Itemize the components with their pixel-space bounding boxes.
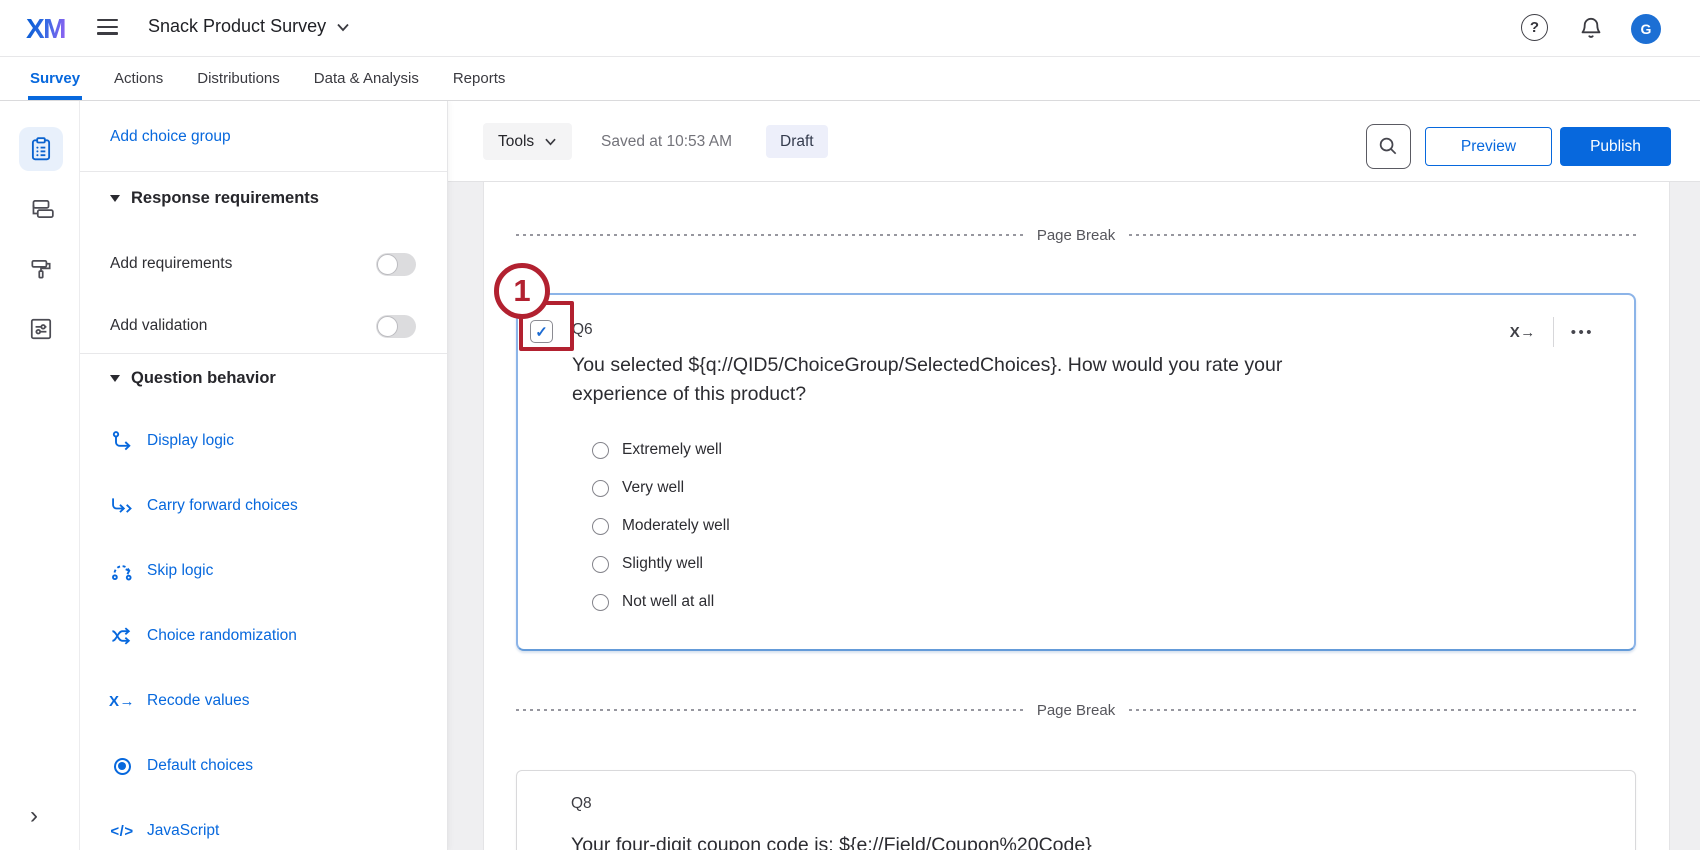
collapse-caret-icon: [110, 375, 120, 382]
skip-logic-link[interactable]: Skip logic: [110, 559, 213, 583]
add-choice-group-link[interactable]: Add choice group: [110, 128, 231, 146]
radio-button[interactable]: [592, 594, 609, 611]
radio-button[interactable]: [592, 480, 609, 497]
rail-survey-builder[interactable]: [19, 127, 63, 171]
choice-randomization-link[interactable]: Choice randomization: [110, 624, 297, 648]
choice-row: Not well at all: [592, 593, 714, 611]
question-card-actions: X→ •••: [1510, 317, 1594, 347]
divider: [1553, 317, 1554, 347]
question-text[interactable]: You selected ${q://QID5/ChoiceGroup/Sele…: [572, 351, 1342, 409]
add-validation-toggle[interactable]: [376, 315, 416, 338]
rail-survey-options[interactable]: [19, 307, 63, 351]
carry-forward-choices-link[interactable]: Carry forward choices: [110, 494, 298, 518]
survey-title: Snack Product Survey: [148, 16, 326, 37]
question-card-q6[interactable]: ✓ Q6 X→ ••• You selected ${q://QID5/Choi…: [516, 293, 1636, 651]
primary-nav-tabs: Survey Actions Distributions Data & Anal…: [0, 57, 1700, 101]
radio-button[interactable]: [592, 556, 609, 573]
expand-rail-chevron-icon[interactable]: ›: [30, 804, 38, 828]
help-glyph: ?: [1530, 19, 1539, 36]
notifications-bell-icon[interactable]: [1578, 15, 1604, 46]
question-card-q8[interactable]: Q8 Your four-digit coupon code is: ${e:/…: [516, 770, 1636, 850]
choice-row: Slightly well: [592, 555, 703, 573]
tools-button[interactable]: Tools: [483, 123, 572, 160]
recode-values-icon[interactable]: X→: [1510, 324, 1536, 341]
avatar-initial: G: [1641, 21, 1652, 37]
help-icon[interactable]: ?: [1521, 14, 1548, 41]
tab-reports[interactable]: Reports: [453, 57, 506, 100]
add-requirements-toggle[interactable]: [376, 253, 416, 276]
survey-canvas: Page Break ✓ Q6 X→ ••• You selected ${q:…: [483, 182, 1670, 850]
survey-title-dropdown[interactable]: Snack Product Survey: [148, 16, 350, 37]
publish-button[interactable]: Publish: [1560, 127, 1671, 166]
rail-survey-flow[interactable]: [19, 187, 63, 231]
question-text[interactable]: Your four-digit coupon code is: ${e://Fi…: [571, 831, 1341, 850]
recode-icon: X→: [109, 693, 135, 710]
carry-forward-icon: [110, 496, 134, 516]
divider: [80, 353, 447, 354]
tab-actions[interactable]: Actions: [114, 57, 163, 100]
choice-row: Moderately well: [592, 517, 730, 535]
rail-look-and-feel[interactable]: [19, 247, 63, 291]
question-id: Q8: [571, 795, 592, 813]
builder-icon-rail: ›: [0, 101, 80, 850]
survey-options-icon: [28, 316, 54, 342]
editor-main-area: Tools Saved at 10:53 AM Draft Preview Pu…: [448, 101, 1700, 850]
tab-data-analysis[interactable]: Data & Analysis: [314, 57, 419, 100]
app-header: XM Snack Product Survey ? G: [0, 0, 1700, 57]
tab-distributions[interactable]: Distributions: [197, 57, 280, 100]
annotation-step-marker: 1: [494, 263, 550, 319]
add-requirements-row: Add requirements: [110, 251, 416, 277]
choice-row: Extremely well: [592, 441, 722, 459]
more-options-icon[interactable]: •••: [1571, 324, 1594, 341]
recode-values-link[interactable]: X→ Recode values: [110, 689, 250, 713]
shuffle-icon: [110, 626, 134, 646]
skip-logic-icon: [111, 561, 134, 581]
radio-button[interactable]: [592, 518, 609, 535]
choice-row: Very well: [592, 479, 684, 497]
page-break: Page Break: [516, 701, 1636, 719]
code-icon: </>: [110, 823, 133, 840]
survey-flow-icon: [27, 196, 55, 222]
chevron-down-icon: [544, 136, 557, 147]
question-id: Q6: [572, 321, 593, 339]
search-icon: [1377, 135, 1400, 158]
preview-button[interactable]: Preview: [1425, 127, 1552, 166]
page-break: Page Break: [516, 226, 1636, 244]
question-edit-pane: Add choice group Response requirements A…: [80, 101, 448, 850]
tab-survey[interactable]: Survey: [30, 57, 80, 100]
autosave-status: Saved at 10:53 AM: [601, 101, 732, 182]
section-response-requirements[interactable]: Response requirements: [110, 189, 319, 208]
hamburger-menu-icon[interactable]: [97, 19, 119, 37]
default-choice-icon: [114, 758, 131, 775]
editor-action-bar: Tools Saved at 10:53 AM Draft Preview Pu…: [448, 101, 1700, 182]
radio-button[interactable]: [592, 442, 609, 459]
avatar[interactable]: G: [1631, 14, 1661, 44]
divider: [80, 171, 447, 172]
add-validation-row: Add validation: [110, 313, 416, 339]
search-button[interactable]: [1366, 124, 1411, 169]
survey-builder-icon: [28, 136, 54, 162]
collapse-caret-icon: [110, 195, 120, 202]
default-choices-link[interactable]: Default choices: [110, 754, 253, 778]
display-logic-link[interactable]: Display logic: [110, 429, 234, 453]
section-question-behavior[interactable]: Question behavior: [110, 369, 276, 388]
display-logic-icon: [111, 431, 134, 451]
javascript-link[interactable]: </> JavaScript: [110, 819, 219, 843]
xm-logo: XM: [26, 13, 65, 45]
look-and-feel-icon: [28, 256, 54, 282]
chevron-down-icon: [336, 21, 350, 33]
status-badge: Draft: [766, 125, 828, 158]
